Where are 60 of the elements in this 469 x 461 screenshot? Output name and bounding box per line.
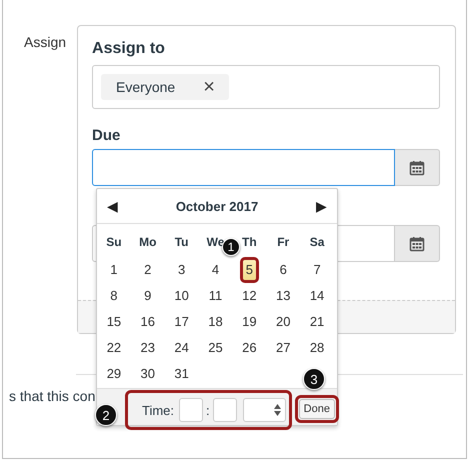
calendar-day[interactable]: 2 [143, 258, 152, 282]
previous-month-button[interactable]: ◀ [107, 198, 118, 214]
done-button[interactable]: Done [298, 399, 335, 419]
calendar-day[interactable]: 22 [106, 336, 122, 360]
calendar-day[interactable]: 11 [208, 284, 224, 308]
calendar-day[interactable]: 12 [241, 284, 258, 308]
calendar-day[interactable]: 7 [312, 258, 322, 282]
calendar-day[interactable]: 29 [106, 362, 122, 386]
next-month-button[interactable]: ▶ [316, 198, 327, 214]
weekday-label: Su [106, 234, 122, 251]
month-title: October 2017 [176, 198, 258, 214]
calendar-day[interactable]: 20 [274, 310, 292, 334]
calendar-day[interactable]: 23 [140, 336, 156, 360]
weekday-label: Mo [139, 234, 156, 251]
calendar-day[interactable]: 21 [308, 310, 326, 334]
calendar-day[interactable]: 15 [106, 310, 122, 334]
description-text: s that this con [9, 388, 96, 404]
calendar-day[interactable]: 25 [207, 336, 224, 360]
due-date-field[interactable] [92, 149, 396, 186]
ampm-select[interactable] [242, 398, 286, 422]
minute-field[interactable] [212, 398, 237, 422]
weekday-label: Th [242, 234, 257, 251]
tag-label: Everyone [116, 79, 176, 95]
hour-field[interactable] [179, 398, 204, 422]
assign-to-field[interactable]: Everyone × [92, 65, 440, 109]
weekday-label: Fr [277, 234, 290, 251]
calendar-day[interactable]: 4 [210, 258, 220, 282]
calendar-day[interactable]: 27 [274, 336, 292, 360]
remove-icon[interactable]: × [203, 76, 215, 98]
calendar-day[interactable]: 18 [207, 310, 224, 334]
weekday-label: Tu [174, 234, 189, 251]
section-label: Assign [24, 34, 66, 52]
calendar-button[interactable] [395, 225, 440, 262]
calendar-day[interactable]: 16 [140, 310, 156, 334]
time-separator: : [206, 402, 210, 418]
calendar-icon [409, 160, 426, 176]
calendar-button[interactable] [395, 149, 440, 186]
calendar-day[interactable]: 19 [241, 310, 258, 334]
time-label: Time: [142, 402, 174, 418]
calendar-day[interactable]: 10 [173, 284, 190, 308]
calendar-day[interactable]: 8 [109, 284, 119, 308]
calendar-day[interactable]: 31 [173, 362, 190, 386]
calendar-day[interactable]: 3 [177, 258, 186, 282]
calendar-day[interactable]: 6 [278, 258, 288, 282]
calendar-day[interactable]: 1 [109, 258, 119, 282]
calendar-day[interactable]: 28 [308, 336, 326, 360]
calendar-day[interactable]: 30 [140, 362, 156, 386]
calendar-day[interactable]: 26 [241, 336, 258, 360]
calendar-day[interactable]: 24 [173, 336, 190, 360]
calendar-day[interactable]: 14 [308, 284, 326, 308]
spinner-icon [274, 404, 281, 416]
weekday-label: Sa [310, 234, 324, 251]
due-label: Due [92, 127, 122, 144]
calendar-day[interactable]: 17 [173, 310, 190, 334]
weekday-label: We [206, 234, 224, 251]
calendar-day[interactable]: 9 [143, 284, 152, 308]
calendar-icon [409, 236, 426, 252]
assign-to-label: Assign to [92, 40, 166, 58]
calendar-day[interactable]: 5 [240, 257, 259, 283]
calendar-day[interactable]: 13 [274, 284, 292, 308]
